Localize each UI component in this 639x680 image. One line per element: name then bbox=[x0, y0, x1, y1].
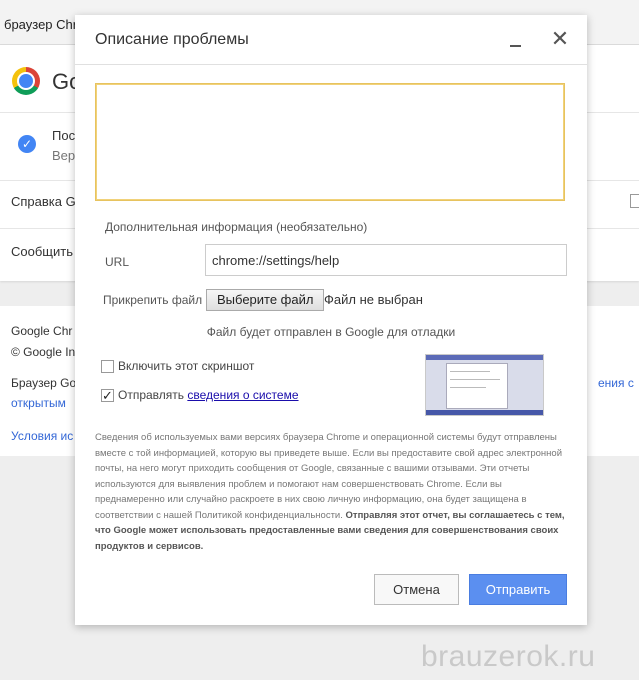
external-link-icon[interactable] bbox=[630, 194, 639, 208]
dialog-title: Описание проблемы bbox=[95, 31, 249, 48]
thumb-window bbox=[446, 363, 508, 409]
send-system-info-label[interactable]: Отправлять сведения о системе bbox=[118, 388, 299, 402]
version-text: Вер bbox=[52, 148, 76, 163]
additional-info-label: Дополнительная информация (необязательно… bbox=[105, 220, 368, 234]
update-status: Пос bbox=[52, 128, 76, 143]
report-issue-item[interactable]: Сообщить bbox=[11, 244, 73, 259]
copyright-text: © Google In bbox=[11, 345, 76, 359]
minimize-icon[interactable] bbox=[505, 31, 525, 51]
send-button[interactable]: Отправить bbox=[469, 574, 567, 605]
about-product: Google Chr bbox=[11, 324, 73, 338]
screenshot-thumbnail[interactable] bbox=[425, 354, 544, 416]
thumb-line bbox=[450, 387, 486, 388]
include-screenshot-checkbox[interactable] bbox=[101, 360, 114, 373]
thumb-taskbar bbox=[426, 410, 543, 415]
url-input[interactable] bbox=[205, 244, 567, 276]
feedback-dialog: Описание проблемы ✕ Дополнительная инфор… bbox=[75, 15, 587, 625]
check-icon: ✓ bbox=[18, 135, 36, 153]
terms-link[interactable]: Условия ис bbox=[11, 429, 73, 443]
include-screenshot-label[interactable]: Включить этот скриншот bbox=[118, 359, 254, 373]
file-status: Файл не выбран bbox=[324, 292, 423, 307]
description-textarea[interactable] bbox=[95, 83, 565, 201]
cancel-button[interactable]: Отмена bbox=[374, 574, 459, 605]
dialog-header: Описание проблемы ✕ bbox=[75, 15, 587, 65]
close-icon[interactable]: ✕ bbox=[549, 28, 571, 51]
thumb-top-bar bbox=[426, 355, 543, 360]
choose-file-button[interactable]: Выберите файл bbox=[206, 289, 325, 311]
system-info-link[interactable]: сведения о системе bbox=[187, 388, 298, 402]
privacy-disclaimer: Сведения об используемых вами версиях бр… bbox=[95, 430, 565, 554]
help-item[interactable]: Справка G bbox=[11, 194, 76, 209]
url-label: URL bbox=[105, 255, 130, 269]
chrome-logo-icon bbox=[12, 67, 40, 95]
open-source-link[interactable]: открытым bbox=[11, 396, 66, 410]
send-system-info-prefix: Отправлять bbox=[118, 388, 188, 402]
disclaimer-text: Сведения об используемых вами версиях бр… bbox=[95, 432, 563, 521]
watermark: brauzerok.ru bbox=[421, 640, 596, 673]
thumb-line bbox=[450, 371, 490, 372]
attach-file-label: Прикрепить файл bbox=[103, 293, 203, 307]
file-note: Файл будет отправлен в Google для отладк… bbox=[206, 325, 456, 339]
about-description: Браузер Go bbox=[11, 376, 77, 390]
thumb-line bbox=[450, 379, 500, 380]
open-source-link[interactable]: ения с bbox=[598, 376, 634, 390]
send-system-info-checkbox[interactable]: ✓ bbox=[101, 389, 114, 402]
